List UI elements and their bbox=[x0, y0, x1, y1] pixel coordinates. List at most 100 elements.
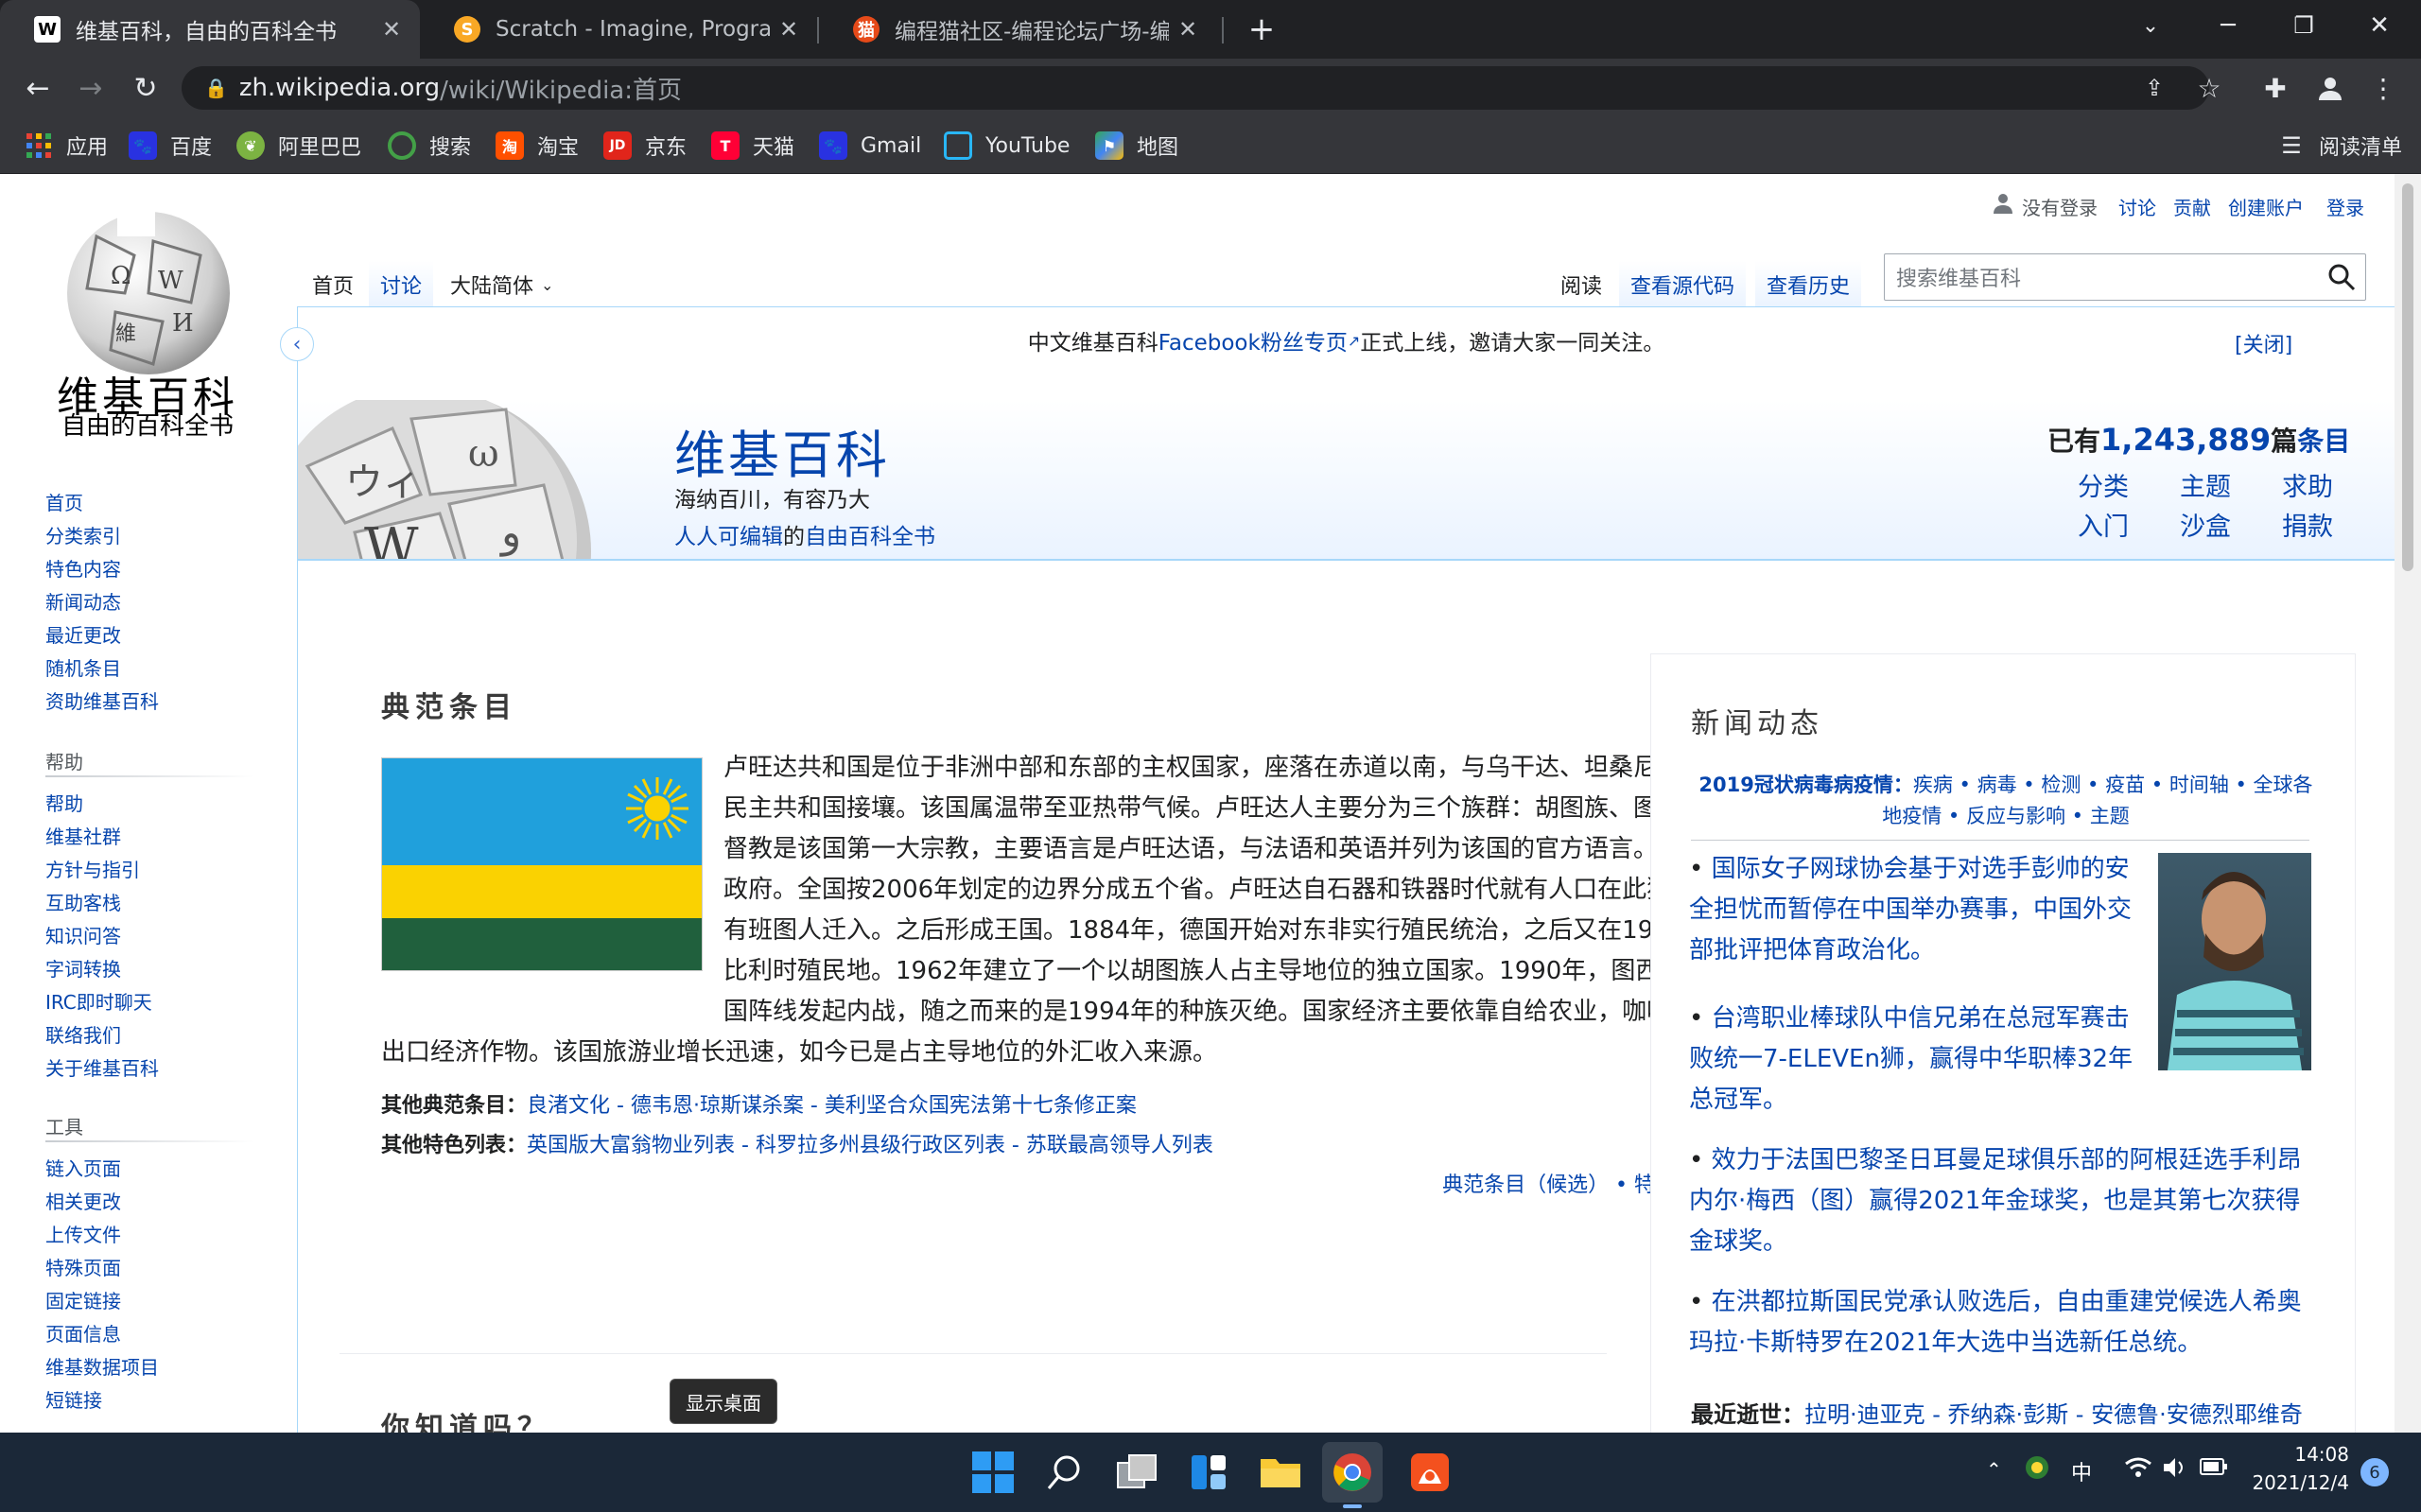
nav-news[interactable]: 新闻动态 bbox=[45, 587, 121, 615]
close-tab-icon[interactable]: ✕ bbox=[373, 16, 410, 43]
notification-badge[interactable]: 6 bbox=[2360, 1458, 2389, 1486]
reload-button[interactable]: ↻ bbox=[117, 59, 174, 117]
ime-indicator[interactable]: 中 bbox=[2071, 1456, 2092, 1486]
bookmark-baidu[interactable]: 🐾 百度 bbox=[129, 117, 212, 174]
portal-help[interactable]: 求助 bbox=[2282, 466, 2333, 503]
help-link[interactable]: 知识问答 bbox=[45, 921, 121, 948]
volume-icon[interactable] bbox=[2162, 1456, 2188, 1485]
collapse-sidebar-chevron-icon[interactable]: ‹ bbox=[280, 327, 314, 361]
bookmark-taobao[interactable]: 淘淘宝 bbox=[496, 117, 579, 174]
covid-label[interactable]: 2019冠状病毒病疫情： bbox=[1698, 773, 1912, 796]
bookmark-search[interactable]: 搜索 bbox=[388, 117, 471, 174]
wifi-icon[interactable] bbox=[2124, 1456, 2152, 1485]
task-view-icon[interactable] bbox=[1106, 1442, 1167, 1503]
tab-main-page[interactable]: 首页 bbox=[301, 261, 366, 308]
security-shield-icon[interactable] bbox=[2024, 1454, 2050, 1486]
minimize-button[interactable]: ─ bbox=[2190, 0, 2266, 51]
news-item-text[interactable]: 在洪都拉斯国民党承认败选后，自由重建党候选人希奥玛拉·卡斯特罗在2021年大选中… bbox=[1689, 1288, 2302, 1357]
nav-donate[interactable]: 资助维基百科 bbox=[45, 686, 159, 714]
battery-icon[interactable] bbox=[2200, 1456, 2228, 1483]
share-icon[interactable]: ⇪ bbox=[2128, 59, 2181, 117]
bookmark-apps[interactable]: 应用 bbox=[25, 117, 108, 174]
file-explorer-icon[interactable] bbox=[1250, 1442, 1311, 1503]
nav-random[interactable]: 随机条目 bbox=[45, 653, 121, 681]
other-lists-links[interactable]: 英国版大富翁物业列表 - 科罗拉多州县级行政区列表 - 苏联最高领导人列表 bbox=[527, 1134, 1213, 1157]
help-link[interactable]: 互助客栈 bbox=[45, 888, 121, 915]
news-item-text[interactable]: 国际女子网球协会基于对选手彭帅的安全担忧而暂停在中国举办赛事，中国外交部批评把体… bbox=[1689, 855, 2132, 965]
clock-date[interactable]: 2021/12/4 bbox=[2232, 1471, 2349, 1494]
bookmark-alibaba[interactable]: ❦ 阿里巴巴 bbox=[236, 117, 361, 174]
count-number[interactable]: 1,243,889 bbox=[2100, 422, 2271, 458]
help-link[interactable]: 联络我们 bbox=[45, 1020, 121, 1048]
facebook-link[interactable]: Facebook粉丝专页 bbox=[1158, 324, 1348, 356]
tools-link[interactable]: 固定链接 bbox=[45, 1286, 121, 1313]
tools-link[interactable]: 链入页面 bbox=[45, 1154, 121, 1181]
tab-talk[interactable]: 讨论 bbox=[369, 261, 434, 308]
recent-deaths-links[interactable]: 拉明·迪亚克 - 乔纳森·彭斯 - 安德鲁·安德烈耶维奇 bbox=[1804, 1401, 2303, 1428]
help-link[interactable]: 关于维基百科 bbox=[45, 1053, 159, 1081]
search-input[interactable]: 搜索维基百科 bbox=[1884, 253, 2366, 301]
wikipedia-globe-logo-icon[interactable]: Ω W И 維 bbox=[59, 199, 238, 378]
tab-view-history[interactable]: 查看历史 bbox=[1755, 261, 1862, 308]
help-link[interactable]: 字词转换 bbox=[45, 954, 121, 982]
covid-topic-links[interactable]: 疾病 • 病毒 • 检测 • 疫苗 • 时间轴 • 全球各地疫情 • 反应与影响… bbox=[1882, 773, 2312, 827]
contributions-link[interactable]: 贡献 bbox=[2173, 193, 2211, 220]
welcome-title[interactable]: 维基百科 bbox=[674, 413, 890, 488]
profile-avatar-icon[interactable] bbox=[2304, 59, 2357, 117]
search-icon[interactable] bbox=[2327, 263, 2356, 297]
page-scrollbar[interactable] bbox=[2395, 174, 2421, 1433]
restore-button[interactable]: ❐ bbox=[2266, 0, 2342, 51]
nav-main-page[interactable]: 首页 bbox=[45, 488, 83, 515]
bookmark-gmail[interactable]: 🐾 Gmail bbox=[819, 117, 921, 174]
tab-view-source[interactable]: 查看源代码 bbox=[1619, 261, 1747, 308]
tab-search-chevron-icon[interactable]: ⌄ bbox=[2113, 0, 2188, 51]
search-taskbar-icon[interactable] bbox=[1035, 1442, 1095, 1503]
close-notice-link[interactable]: [关闭] bbox=[2235, 328, 2292, 358]
tools-link[interactable]: 短链接 bbox=[45, 1385, 102, 1413]
tray-overflow-chevron-icon[interactable]: ⌃ bbox=[1986, 1458, 2002, 1481]
help-link[interactable]: 维基社群 bbox=[45, 822, 121, 849]
widgets-icon[interactable] bbox=[1178, 1442, 1239, 1503]
tab-codemao[interactable]: 猫 编程猫社区-编程论坛广场-编程学 ✕ bbox=[819, 0, 1216, 59]
articles-link[interactable]: 条目 bbox=[2297, 426, 2350, 457]
portal-sandbox[interactable]: 沙盒 bbox=[2180, 506, 2231, 543]
tools-link[interactable]: 页面信息 bbox=[45, 1319, 121, 1347]
news-item-text[interactable]: 效力于法国巴黎圣日耳曼足球俱乐部的阿根廷选手利昂内尔·梅西（图）赢得2021年金… bbox=[1689, 1146, 2302, 1256]
nav-recent-changes[interactable]: 最近更改 bbox=[45, 620, 121, 648]
anyone-can-edit-link[interactable]: 人人可编辑 bbox=[674, 525, 783, 549]
create-account-link[interactable]: 创建账户 bbox=[2228, 193, 2304, 220]
tools-link[interactable]: 相关更改 bbox=[45, 1187, 121, 1214]
help-link[interactable]: 帮助 bbox=[45, 789, 83, 816]
bookmark-jd[interactable]: JD 京东 bbox=[603, 117, 687, 174]
forward-button[interactable]: → bbox=[62, 59, 119, 117]
news-photo-messi[interactable] bbox=[2158, 853, 2311, 1070]
menu-kebab-icon[interactable]: ⋮ bbox=[2357, 59, 2410, 117]
news-item-text[interactable]: 台湾职业棒球队中信兄弟在总冠军赛击败统一7-ELEVEn狮，赢得中华职棒32年总… bbox=[1689, 1004, 2133, 1114]
start-windows-icon[interactable] bbox=[963, 1442, 1023, 1503]
chrome-taskbar-icon[interactable] bbox=[1322, 1442, 1383, 1503]
bookmark-youtube[interactable]: YouTube bbox=[944, 117, 1070, 174]
talk-link[interactable]: 讨论 bbox=[2118, 193, 2156, 220]
other-featured-links[interactable]: 良渚文化 - 德韦恩·琼斯谋杀案 - 美利坚合众国宪法第十七条修正案 bbox=[527, 1094, 1137, 1118]
portal-categories[interactable]: 分类 bbox=[2078, 466, 2129, 503]
help-link[interactable]: IRC即时聊天 bbox=[45, 987, 152, 1015]
clock-time[interactable]: 14:08 bbox=[2255, 1443, 2349, 1466]
extensions-puzzle-icon[interactable]: ✚ bbox=[2249, 59, 2302, 117]
portal-intro[interactable]: 入门 bbox=[2078, 506, 2129, 543]
scrollbar-thumb[interactable] bbox=[2402, 183, 2413, 571]
tools-link[interactable]: 上传文件 bbox=[45, 1220, 121, 1247]
nav-categories[interactable]: 分类索引 bbox=[45, 521, 121, 548]
back-button[interactable]: ← bbox=[9, 59, 66, 117]
tools-link[interactable]: 维基数据项目 bbox=[45, 1352, 159, 1380]
nav-featured[interactable]: 特色内容 bbox=[45, 554, 121, 582]
variant-dropdown[interactable]: 大陆简体 ⌄ bbox=[439, 261, 566, 308]
tab-wikipedia[interactable]: W 维基百科，自由的百科全书 ✕ bbox=[0, 0, 420, 59]
login-link[interactable]: 登录 bbox=[2326, 193, 2364, 220]
help-link[interactable]: 方针与指引 bbox=[45, 855, 140, 882]
close-window-button[interactable]: ✕ bbox=[2342, 0, 2417, 51]
new-tab-button[interactable]: + bbox=[1239, 8, 1284, 51]
close-tab-icon[interactable]: ✕ bbox=[770, 16, 808, 43]
reading-list-button[interactable]: ☰ 阅读清单 bbox=[2277, 117, 2402, 174]
portal-donate[interactable]: 捐款 bbox=[2282, 506, 2333, 543]
codemao-taskbar-icon[interactable] bbox=[1400, 1442, 1460, 1503]
